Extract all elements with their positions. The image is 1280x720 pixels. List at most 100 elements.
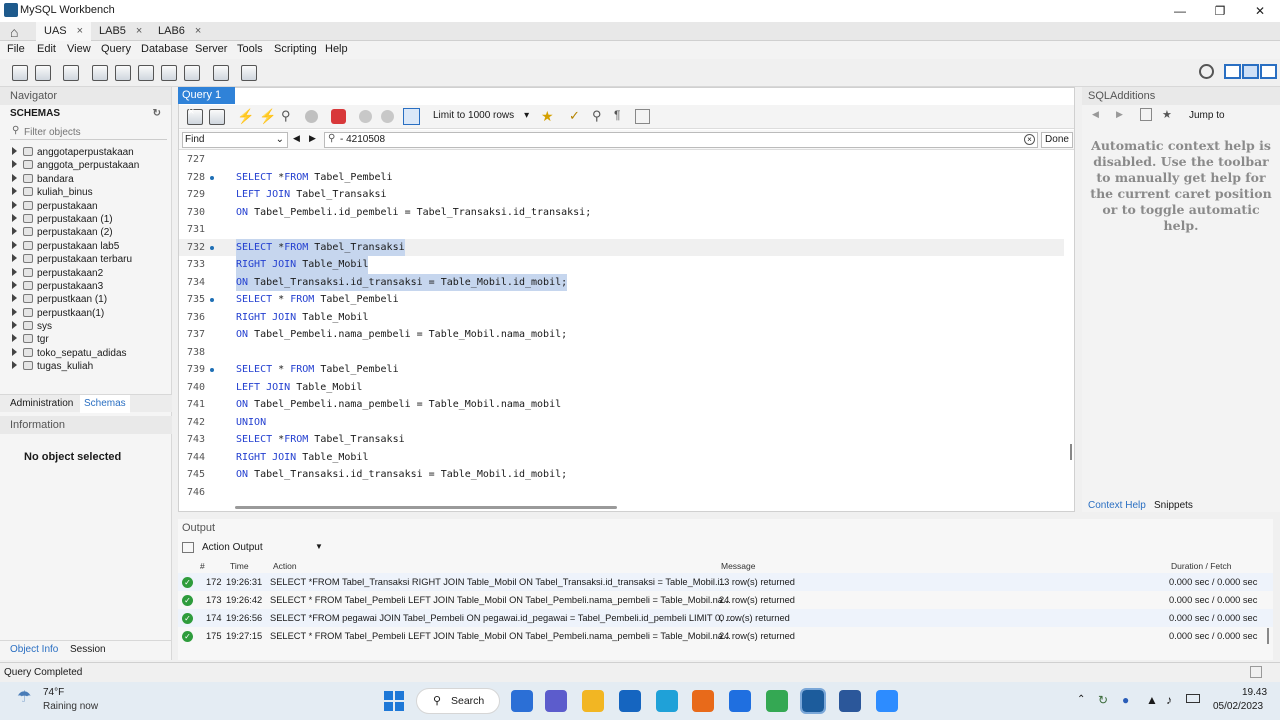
limit-rows-select[interactable]: Limit to 1000 rows ▾	[433, 110, 529, 121]
code-text[interactable]: ON Tabel_Pembeli.nama_pembeli = Table_Mo…	[236, 396, 561, 414]
menu-edit[interactable]: Edit	[37, 43, 56, 55]
close-window-icon[interactable]: ✕	[1240, 0, 1280, 22]
schema-item[interactable]: tgr	[0, 333, 171, 346]
vertical-scrollbar-thumb[interactable]	[1070, 444, 1072, 460]
expand-arrow-icon[interactable]	[12, 321, 17, 330]
find-next-icon[interactable]: ▶	[309, 133, 316, 144]
code-line[interactable]: 737 ON Tabel_Pembeli.nama_pembeli = Table…	[179, 326, 1064, 344]
code-text[interactable]: ON Tabel_Transaksi.id_transaksi = Table_…	[236, 273, 568, 291]
chrome-icon[interactable]	[766, 690, 788, 712]
code-line[interactable]: 741 ON Tabel_Pembeli.nama_pembeli = Table…	[179, 396, 1064, 414]
menu-help[interactable]: Help	[325, 43, 348, 55]
inspector-icon[interactable]	[63, 65, 79, 81]
save-icon[interactable]	[209, 109, 225, 125]
menu-tools[interactable]: Tools	[237, 43, 263, 55]
microphone-icon[interactable]: ●	[1122, 693, 1129, 707]
code-line[interactable]: 732 SELECT *FROM Tabel_Transaksi	[179, 238, 1064, 256]
code-text[interactable]: SELECT *FROM Tabel_Transaksi	[236, 238, 405, 256]
tab-session[interactable]: Session	[70, 644, 106, 655]
expand-arrow-icon[interactable]	[12, 160, 17, 169]
code-text[interactable]: SELECT * FROM Tabel_Pembeli	[236, 361, 399, 379]
code-line[interactable]: 740 LEFT JOIN Table_Mobil	[179, 379, 1064, 397]
code-line[interactable]: 730 ON Tabel_Pembeli.id_pembeli = Tabel_T…	[179, 204, 1064, 222]
close-tab-icon[interactable]: ×	[195, 25, 201, 37]
expand-arrow-icon[interactable]	[12, 254, 17, 263]
create-schema-icon[interactable]	[92, 65, 108, 81]
clock-time[interactable]: 19.43	[1242, 687, 1267, 698]
expand-arrow-icon[interactable]	[12, 334, 17, 343]
firefox-icon[interactable]	[692, 690, 714, 712]
task-view-icon[interactable]	[511, 690, 533, 712]
schema-item[interactable]: perpustkaan (1)	[0, 293, 171, 306]
find-icon[interactable]: ⚲	[592, 108, 602, 124]
code-text[interactable]: ON Tabel_Pembeli.id_pembeli = Tabel_Tran…	[236, 204, 591, 222]
file-explorer-icon[interactable]	[582, 690, 604, 712]
minimize-icon[interactable]: —	[1160, 0, 1200, 22]
schema-item[interactable]: perpustakaan (1)	[0, 213, 171, 226]
code-line[interactable]: 733 RIGHT JOIN Table_Mobil	[179, 256, 1064, 274]
close-tab-icon[interactable]: ×	[77, 25, 83, 37]
schema-item[interactable]: sys	[0, 320, 171, 333]
format-icon[interactable]: ✓	[569, 108, 580, 124]
schema-item[interactable]: perpustakaan2	[0, 267, 171, 280]
schema-item[interactable]: perpustakaan lab5	[0, 240, 171, 253]
code-line[interactable]: 742 UNION	[179, 414, 1064, 432]
tab-object-info[interactable]: Object Info	[10, 644, 58, 655]
close-tab-icon[interactable]: ×	[136, 25, 142, 37]
toggle-sidebar-icon[interactable]	[1224, 64, 1241, 79]
copy-icon[interactable]	[182, 542, 194, 553]
tab-administration[interactable]: Administration	[10, 398, 73, 409]
expand-arrow-icon[interactable]	[12, 280, 17, 289]
filter-objects-input[interactable]	[24, 125, 164, 139]
expand-arrow-icon[interactable]	[12, 267, 17, 276]
code-area[interactable]: 727 728 SELECT *FROM Tabel_Pembeli 729 LEFT …	[179, 151, 1064, 503]
create-function-icon[interactable]	[184, 65, 200, 81]
tab-context-help[interactable]: Context Help	[1088, 500, 1146, 511]
toggle-errors-icon[interactable]	[331, 109, 346, 124]
tray-chevron-up-icon[interactable]: ⌃	[1077, 694, 1085, 705]
code-text[interactable]: SELECT *FROM Tabel_Pembeli	[236, 169, 393, 187]
code-text[interactable]: ON Tabel_Pembeli.nama_pembeli = Table_Mo…	[236, 326, 567, 344]
schema-item[interactable]: tugas_kuliah	[0, 360, 171, 373]
schema-item[interactable]: perpustakaan terbaru	[0, 253, 171, 266]
auto-help-icon[interactable]: ★	[1162, 108, 1172, 121]
refresh-schemas-icon[interactable]: ↻	[153, 105, 161, 123]
menu-query[interactable]: Query	[101, 43, 131, 55]
edge-browser-icon[interactable]	[656, 690, 678, 712]
find-mode-select[interactable]: Find ⌄	[182, 132, 288, 148]
schema-item[interactable]: perpustakaan3	[0, 280, 171, 293]
code-line[interactable]: 734 ON Tabel_Transaksi.id_transaksi = Tab…	[179, 273, 1064, 291]
conn-tab-lab6[interactable]: LAB6 ×	[150, 22, 209, 41]
settings-gear-icon[interactable]	[1199, 64, 1214, 79]
find-input-value[interactable]: - 4210508	[340, 134, 385, 145]
filter-box[interactable]: ⚲	[10, 125, 167, 140]
code-line[interactable]: 736 RIGHT JOIN Table_Mobil	[179, 309, 1064, 327]
code-line[interactable]: 728 SELECT *FROM Tabel_Pembeli	[179, 169, 1064, 187]
open-sql-file-icon[interactable]	[35, 65, 51, 81]
code-line[interactable]: 735 SELECT * FROM Tabel_Pembeli	[179, 291, 1064, 309]
windows-start-icon[interactable]	[384, 691, 404, 711]
tab-schemas[interactable]: Schemas	[80, 395, 130, 413]
find-input-box[interactable]: ⚲ - 4210508 ×	[324, 132, 1038, 148]
expand-arrow-icon[interactable]	[12, 147, 17, 155]
tab-query-1[interactable]: Query 1 ×	[178, 87, 235, 118]
chevron-down-icon[interactable]: ▼	[315, 542, 323, 551]
dropbox-icon[interactable]	[729, 690, 751, 712]
maximize-icon[interactable]: ❐	[1200, 0, 1240, 22]
code-line[interactable]: 729 LEFT JOIN Tabel_Transaksi	[179, 186, 1064, 204]
code-text[interactable]: RIGHT JOIN Table_Mobil	[236, 449, 368, 467]
weather-temp[interactable]: 74°F	[43, 687, 64, 698]
code-line[interactable]: 746	[179, 484, 1064, 502]
code-line[interactable]: 744 RIGHT JOIN Table_Mobil	[179, 449, 1064, 467]
expand-arrow-icon[interactable]	[12, 307, 17, 316]
output-scrollbar-thumb[interactable]	[1267, 628, 1269, 644]
output-row[interactable]: ✓ 174 19:26:56 SELECT *FROM pegawai JOIN Ta…	[178, 609, 1273, 627]
code-text[interactable]: SELECT * FROM Tabel_Pembeli	[236, 291, 399, 309]
expand-arrow-icon[interactable]	[12, 361, 17, 370]
schema-item[interactable]: kuliah_binus	[0, 186, 171, 199]
menu-server[interactable]: Server	[195, 43, 227, 55]
forward-icon[interactable]: ▶	[1116, 109, 1123, 120]
tab-snippets[interactable]: Snippets	[1154, 500, 1193, 511]
code-text[interactable]: ON Tabel_Transaksi.id_transaksi = Table_…	[236, 466, 567, 484]
schema-item[interactable]: anggotaperpustakaan	[0, 146, 171, 159]
